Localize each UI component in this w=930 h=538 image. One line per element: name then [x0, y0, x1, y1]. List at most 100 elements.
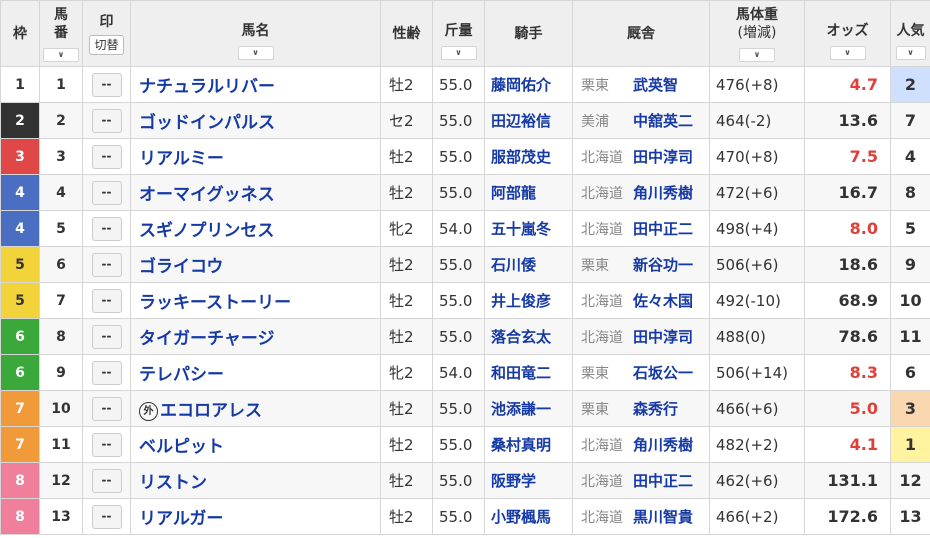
mark-button[interactable]: -- — [91, 72, 122, 97]
header-horse-name[interactable]: 馬名 ∨ — [130, 0, 381, 67]
stable-region: 北海道 — [581, 294, 623, 310]
table-row: 6 8 -- タイガーチャージ 牡2 55.0 落合玄太 北海道 田中淳司 488(0) 78.6 1… — [0, 318, 930, 355]
stable-cell: 栗東 武英智 — [572, 66, 710, 103]
mark-button[interactable]: -- — [91, 108, 122, 133]
trainer-link[interactable]: 角川秀樹 — [633, 184, 693, 202]
horse-name-link[interactable]: リストン — [139, 473, 207, 493]
trainer-link[interactable]: 石坂公一 — [633, 364, 693, 382]
umaban-cell: 3 — [39, 138, 83, 175]
jockey-link[interactable]: 五十嵐冬 — [491, 220, 551, 238]
mark-button[interactable]: -- — [91, 468, 122, 493]
mark-button[interactable]: -- — [91, 360, 122, 385]
mark-button[interactable]: -- — [91, 324, 122, 349]
trainer-link[interactable]: 中舘英二 — [633, 112, 693, 130]
horse-name-link[interactable]: リアルミー — [139, 149, 224, 169]
sort-body-weight-chevron-icon[interactable]: ∨ — [739, 47, 775, 62]
horse-name-link[interactable]: ナチュラルリバー — [139, 77, 275, 97]
trainer-link[interactable]: 黒川智貴 — [633, 508, 693, 526]
trainer-link[interactable]: 田中淳司 — [633, 328, 693, 346]
trainer-link[interactable]: 佐々木国 — [633, 292, 693, 310]
horse-name-link[interactable]: スギノプリンセス — [139, 221, 274, 241]
table-row: 5 6 -- ゴライコウ 牡2 55.0 石川倭 栗東 新谷功一 506(+6) 18.6 9 — [0, 246, 930, 283]
mark-cell: -- — [82, 354, 131, 391]
stable-cell: 北海道 田中正二 — [572, 462, 710, 499]
trainer-link[interactable]: 田中正二 — [633, 220, 693, 238]
header-popularity[interactable]: 人気 ∨ — [890, 0, 930, 67]
sort-popularity-chevron-icon[interactable]: ∨ — [895, 45, 926, 60]
stable-cell: 美浦 中舘英二 — [572, 102, 710, 139]
odds-cell: 18.6 — [804, 246, 891, 283]
waku-cell: 4 — [0, 174, 40, 211]
foreign-horse-icon: 外 — [139, 402, 158, 421]
horse-name-cell: ゴライコウ — [130, 246, 381, 283]
jockey-link[interactable]: 阿部龍 — [491, 184, 536, 202]
jockey-link[interactable]: 阪野学 — [491, 472, 536, 490]
mark-button[interactable]: -- — [91, 432, 122, 457]
jockey-link[interactable]: 落合玄太 — [491, 328, 551, 346]
jockey-link[interactable]: 服部茂史 — [491, 148, 551, 166]
mark-button[interactable]: -- — [91, 504, 122, 529]
sort-weight-chevron-icon[interactable]: ∨ — [440, 45, 477, 60]
waku-cell: 5 — [0, 246, 40, 283]
stable-region: 北海道 — [581, 330, 623, 346]
waku-cell: 7 — [0, 390, 40, 427]
jockey-link[interactable]: 和田竜二 — [491, 364, 551, 382]
waku-cell: 8 — [0, 462, 40, 499]
header-odds[interactable]: オッズ ∨ — [804, 0, 891, 67]
horse-name-link[interactable]: ベルピット — [139, 437, 224, 457]
jockey-link[interactable]: 藤岡佑介 — [491, 76, 551, 94]
jockey-link[interactable]: 田辺裕信 — [491, 112, 551, 130]
mark-button[interactable]: -- — [91, 252, 122, 277]
header-body-weight[interactable]: 馬体重 (増減) ∨ — [709, 0, 805, 67]
horse-name-cell: リストン — [130, 462, 381, 499]
trainer-link[interactable]: 田中正二 — [633, 472, 693, 490]
jockey-cell: 池添謙一 — [484, 390, 573, 427]
body-weight-cell: 498(+4) — [709, 210, 805, 247]
sort-umaban-chevron-icon[interactable]: ∨ — [43, 47, 79, 62]
mark-cell: -- — [82, 174, 131, 211]
horse-name-link[interactable]: リアルガー — [139, 509, 223, 529]
odds-cell: 68.9 — [804, 282, 891, 319]
sort-horse-name-chevron-icon[interactable]: ∨ — [237, 45, 274, 60]
jockey-link[interactable]: 石川倭 — [491, 256, 536, 274]
sex-age-cell: 牡2 — [380, 318, 433, 355]
table-row: 4 5 -- スギノプリンセス 牝2 54.0 五十嵐冬 北海道 田中正二 498(+4) 8.0 5 — [0, 210, 930, 247]
mark-button[interactable]: -- — [91, 180, 122, 205]
popularity-cell: 13 — [890, 498, 930, 535]
mark-button[interactable]: -- — [91, 144, 122, 169]
odds-cell: 16.7 — [804, 174, 891, 211]
horse-name-link[interactable]: ラッキーストーリー — [139, 293, 291, 313]
trainer-link[interactable]: 武英智 — [633, 76, 678, 94]
popularity-cell: 10 — [890, 282, 930, 319]
mark-button[interactable]: -- — [91, 216, 122, 241]
stable-cell: 北海道 佐々木国 — [572, 282, 710, 319]
horse-name-link[interactable]: エコロアレス — [160, 401, 262, 421]
table-row: 4 4 -- オーマイグッネス 牡2 55.0 阿部龍 北海道 角川秀樹 472(+6) 16.7 8 — [0, 174, 930, 211]
popularity-cell: 9 — [890, 246, 930, 283]
trainer-link[interactable]: 森秀行 — [633, 400, 678, 418]
mark-cell: -- — [82, 498, 131, 535]
header-umaban[interactable]: 馬 番 ∨ — [39, 0, 83, 67]
trainer-link[interactable]: 田中淳司 — [633, 148, 693, 166]
mark-button[interactable]: -- — [91, 396, 122, 421]
horse-name-link[interactable]: テレパシー — [139, 365, 224, 385]
trainer-link[interactable]: 新谷功一 — [633, 256, 693, 274]
header-weight[interactable]: 斤量 ∨ — [432, 0, 485, 67]
jockey-link[interactable]: 井上俊彦 — [491, 292, 551, 310]
mark-toggle-button[interactable]: 切替 — [89, 34, 124, 55]
horse-name-link[interactable]: タイガーチャージ — [139, 329, 275, 349]
horse-name-link[interactable]: オーマイグッネス — [139, 185, 275, 205]
sort-odds-chevron-icon[interactable]: ∨ — [829, 45, 866, 60]
jockey-link[interactable]: 桑村真明 — [491, 436, 551, 454]
table-row: 7 10 -- 外エコロアレス 牡2 55.0 池添謙一 栗東 森秀行 466(+6) 5.0 3 — [0, 390, 930, 427]
trainer-link[interactable]: 角川秀樹 — [633, 436, 693, 454]
body-weight-cell: 492(-10) — [709, 282, 805, 319]
horse-name-link[interactable]: ゴッドインパルス — [139, 113, 275, 133]
horse-name-cell: ベルピット — [130, 426, 381, 463]
weight-cell: 55.0 — [432, 138, 485, 175]
jockey-link[interactable]: 池添謙一 — [491, 400, 551, 418]
horse-name-link[interactable]: ゴライコウ — [139, 257, 223, 277]
horse-name-cell: テレパシー — [130, 354, 381, 391]
jockey-link[interactable]: 小野楓馬 — [491, 508, 551, 526]
mark-button[interactable]: -- — [91, 288, 122, 313]
